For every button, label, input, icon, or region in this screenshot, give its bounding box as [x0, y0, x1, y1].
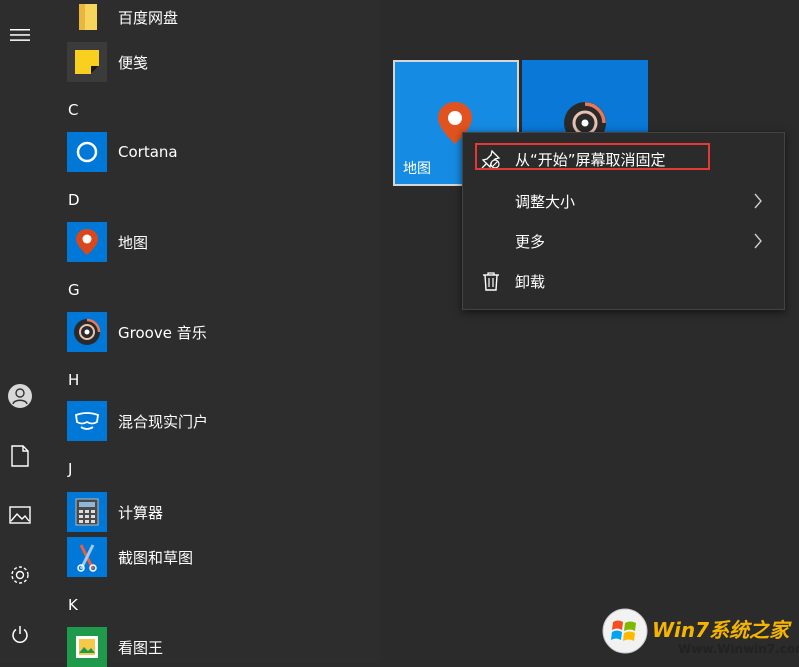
user-icon: [8, 384, 32, 408]
settings-button[interactable]: [6, 561, 34, 589]
app-item-image-viewer[interactable]: 看图王: [67, 627, 367, 667]
section-letter-c[interactable]: C: [68, 101, 78, 119]
folder-icon: [67, 0, 107, 37]
app-item-maps[interactable]: 地图: [67, 222, 367, 262]
document-icon: [11, 445, 29, 467]
app-item-label: 计算器: [118, 503, 164, 522]
trash-icon: [483, 272, 499, 291]
section-letter-g[interactable]: G: [68, 281, 80, 299]
groove-music-icon: [67, 312, 107, 352]
section-letter-j[interactable]: J: [68, 460, 72, 478]
start-rail: [0, 0, 40, 662]
app-item-mixed-reality-portal[interactable]: 混合现实门户: [67, 401, 367, 441]
app-item-label: 看图王: [118, 638, 164, 657]
app-item-groove-music[interactable]: Groove 音乐: [67, 312, 367, 352]
chevron-right-icon: [754, 233, 762, 249]
hamburger-menu-button[interactable]: [6, 21, 34, 49]
watermark-url: Www.Winwin7.com: [678, 642, 799, 656]
app-item-baidu-netdisk[interactable]: 百度网盘: [67, 0, 367, 37]
app-list: 百度网盘 便笺 C Cortana D 地图 G Groove 音乐 H 混合现…: [40, 0, 399, 667]
menu-item-uninstall[interactable]: 卸载: [463, 261, 784, 301]
chevron-right-icon: [754, 193, 762, 209]
menu-item-label: 卸载: [515, 272, 546, 291]
app-item-label: Groove 音乐: [118, 323, 207, 342]
app-item-label: 地图: [118, 233, 149, 252]
watermark: Win7系统之家 Www.Winwin7.com: [600, 600, 799, 662]
app-item-sticky-notes[interactable]: 便笺: [67, 42, 367, 82]
menu-item-resize[interactable]: 调整大小: [463, 181, 784, 221]
documents-button[interactable]: [6, 442, 34, 470]
app-item-calculator[interactable]: 计算器: [67, 492, 367, 532]
app-item-label: 百度网盘: [118, 8, 179, 27]
image-viewer-icon: [67, 627, 107, 667]
app-item-label: 截图和草图: [118, 548, 194, 567]
menu-item-more[interactable]: 更多: [463, 221, 784, 261]
hamburger-icon: [10, 29, 30, 41]
power-icon: [12, 626, 28, 643]
cortana-icon: [67, 132, 107, 172]
pictures-button[interactable]: [6, 501, 34, 529]
pictures-icon: [9, 506, 31, 524]
section-letter-h[interactable]: H: [68, 371, 79, 389]
calculator-icon: [67, 492, 107, 532]
user-account-button[interactable]: [6, 382, 34, 410]
watermark-brand: Win7系统之家: [652, 618, 790, 642]
tile-context-menu: 从“开始”屏幕取消固定 调整大小 更多 卸载: [462, 132, 785, 310]
menu-item-label: 调整大小: [515, 192, 576, 211]
maps-icon: [67, 222, 107, 262]
app-item-snip-and-sketch[interactable]: 截图和草图: [67, 537, 367, 577]
app-item-label: 便笺: [118, 53, 149, 72]
snip-sketch-icon: [67, 537, 107, 577]
tile-label: 地图: [403, 161, 431, 177]
sticky-notes-icon: [67, 42, 107, 82]
app-item-cortana[interactable]: Cortana: [67, 132, 367, 172]
section-letter-d[interactable]: D: [68, 191, 80, 209]
menu-item-label: 更多: [515, 232, 546, 251]
section-letter-k[interactable]: K: [68, 596, 78, 614]
power-button[interactable]: [6, 621, 34, 649]
app-item-label: Cortana: [118, 143, 178, 161]
mixed-reality-icon: [67, 401, 107, 441]
highlight-box: [475, 143, 710, 170]
app-item-label: 混合现实门户: [118, 412, 209, 431]
windows-logo-icon: [602, 608, 648, 654]
settings-icon: [11, 566, 29, 584]
